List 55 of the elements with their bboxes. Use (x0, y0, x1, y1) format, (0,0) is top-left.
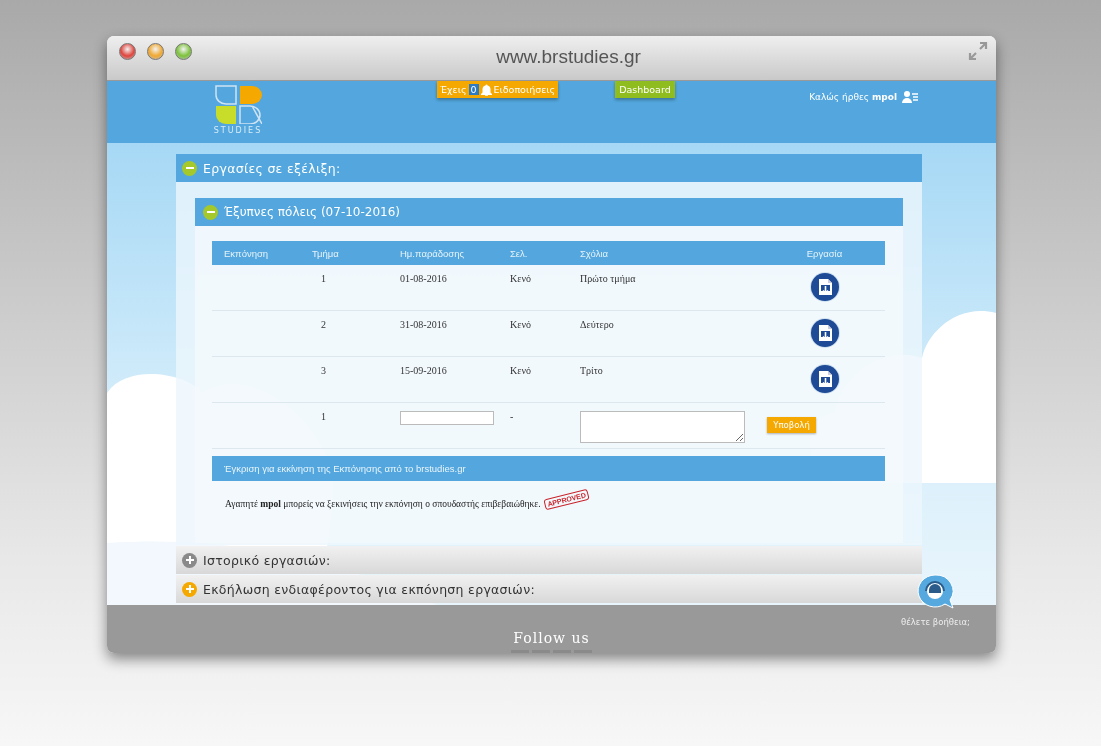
table-cell-text: 3 (320, 364, 327, 376)
table-cell-text: Κενό (510, 318, 532, 330)
document-download-icon (816, 278, 833, 296)
approval-header: Έγκριση για εκκίνηση της Εκπόνησης από το brstudies.gr (212, 456, 885, 481)
column-header: Εκπόνηση (223, 247, 270, 259)
zoom-button[interactable] (175, 42, 192, 60)
column-header: Τμήμα (312, 247, 340, 259)
window-title: www.brstudies.gr (496, 46, 641, 68)
approval-message: Αγαπητέ mpol μπορείς να ξεκινήσεις την εκπόνηση ο σπουδαστής επιβεβαιώθηκε. (225, 499, 541, 509)
help-text[interactable]: θέλετε βοήθεια; (901, 617, 970, 627)
section-title: Ιστορικό εργασιών: (203, 552, 331, 568)
close-button[interactable] (119, 42, 136, 60)
notifications-button[interactable]: Έχεις 0 Ειδοποιήσεις (437, 81, 559, 98)
table-cell-text: 2 (320, 318, 327, 330)
table-cell-text: - (510, 410, 515, 422)
project-title: Έξυπνες πόλεις (07-10-2016) (224, 205, 401, 219)
user-menu-icon (902, 91, 918, 103)
table-cell-text: Δεύτερο (580, 318, 615, 330)
section-header[interactable]: Ιστορικό εργασιών: (176, 546, 922, 574)
support-agent-icon (914, 574, 957, 610)
date-input-field[interactable] (400, 411, 494, 425)
document-download-icon (816, 324, 833, 342)
table-cell-text: Κενό (510, 272, 532, 284)
dashboard-button[interactable]: Dashboard (615, 81, 675, 98)
table-cell-text: 31-08-2016 (400, 318, 448, 330)
section-header[interactable]: Εργασίες σε εξέλιξη: (176, 154, 922, 182)
logo-icon (214, 84, 262, 124)
minimize-button[interactable] (147, 42, 164, 60)
section-title: Εκδήλωση ενδιαφέροντος για εκπόνηση εργασιών: (203, 581, 535, 597)
section-header[interactable]: Εκδήλωση ενδιαφέροντος για εκπόνηση εργασιών: (176, 575, 922, 603)
document-download-button[interactable] (810, 319, 839, 347)
table-cell-text: Πρώτο τμήμα (580, 272, 637, 284)
welcome-text: Καλώς ήρθες mpol (809, 92, 897, 102)
table-cell-text: 1 (320, 272, 327, 284)
table-cell-text: 01-08-2016 (400, 272, 448, 284)
table-cell-text: 1 (320, 410, 327, 422)
submit-button[interactable]: Υποβολή (767, 417, 816, 433)
fullscreen-icon (968, 41, 988, 61)
column-header: Εργασία (805, 247, 844, 259)
comment-field[interactable] (580, 411, 745, 443)
document-download-button[interactable] (810, 273, 839, 301)
table-cell-text: Τρίτο (580, 364, 604, 376)
section-title: Εργασίες σε εξέλιξη: (203, 160, 341, 176)
notification-count: 0 (468, 84, 479, 95)
table-cell-text: 15-09-2016 (400, 364, 448, 376)
column-header: Σχόλια (580, 247, 610, 259)
logo-text: STUDIES (213, 126, 263, 136)
document-download-icon (816, 370, 833, 388)
table-cell-text: Κενό (510, 364, 532, 376)
column-header: Ημ.παράδοσης (400, 247, 466, 259)
document-download-button[interactable] (810, 365, 839, 393)
column-header: Σελ. (510, 247, 529, 259)
bell-icon (480, 83, 492, 96)
project-header[interactable]: Έξυπνες πόλεις (07-10-2016) (195, 198, 903, 226)
footer-heading: Follow us (513, 630, 590, 646)
